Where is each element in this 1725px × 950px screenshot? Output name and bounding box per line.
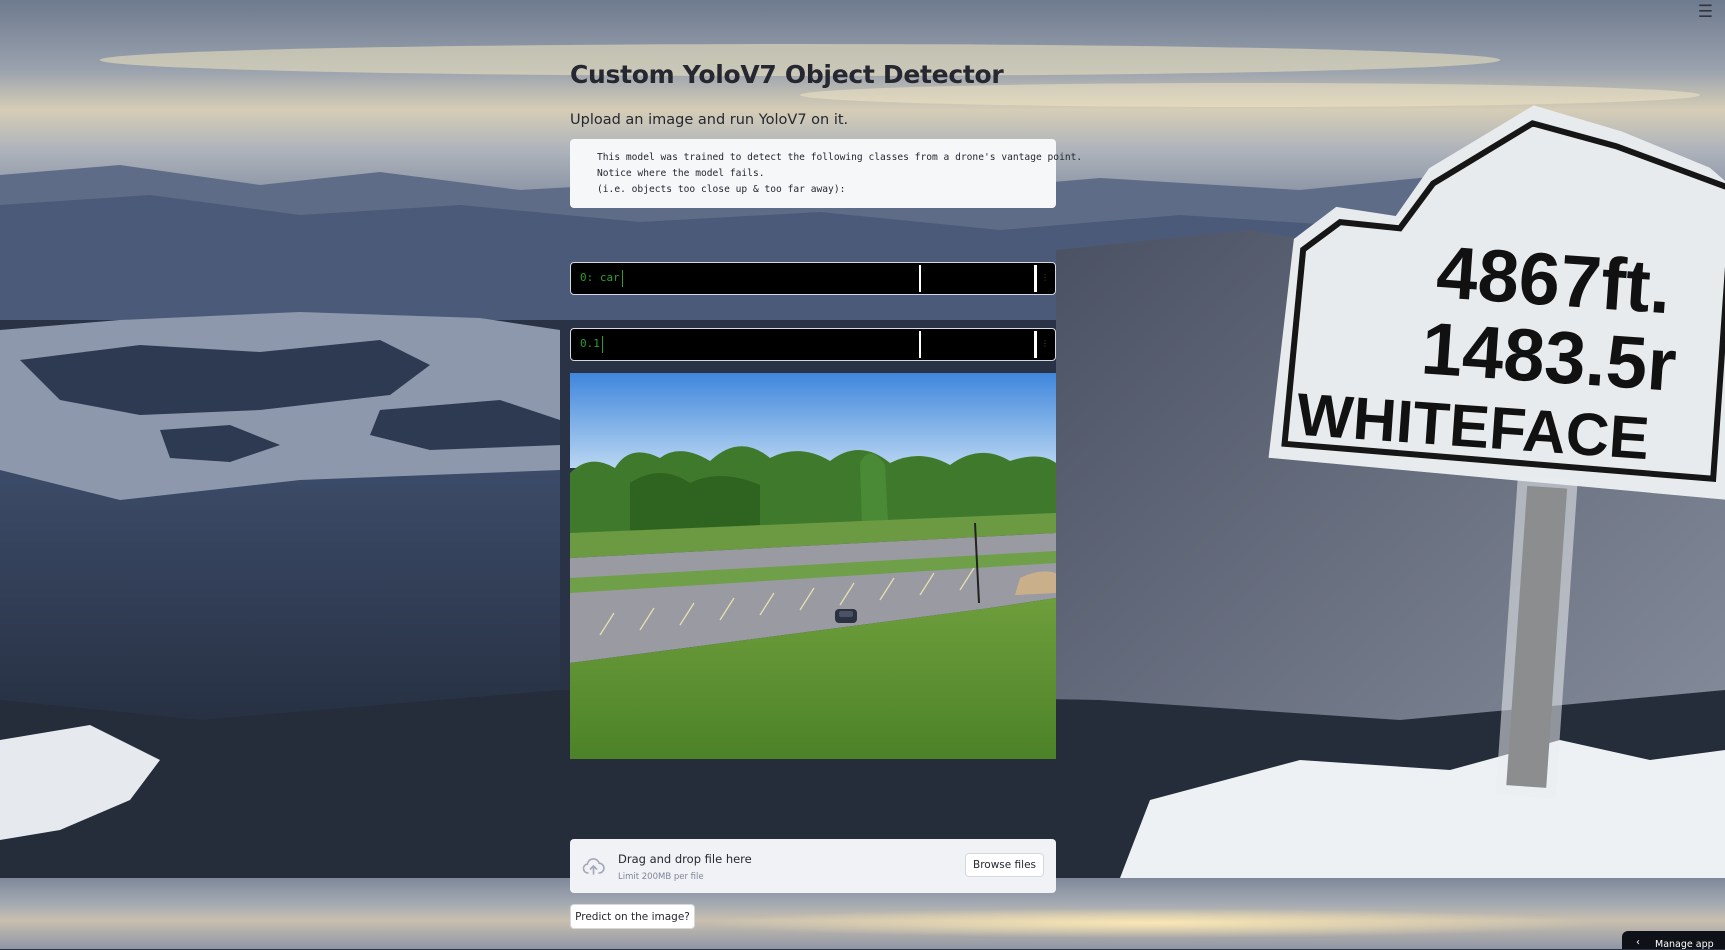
code-line: Notice where the model fails. (597, 168, 765, 180)
scrollbar-track[interactable] (1034, 331, 1037, 358)
resize-handle-icon[interactable]: ⋮ (1041, 339, 1049, 348)
code-line: (i.e. objects too close up & too far awa… (597, 184, 846, 196)
text-caret (602, 336, 603, 353)
cloud-upload-icon (582, 858, 605, 875)
preview-image (570, 373, 1056, 759)
chevron-left-icon: ‹ (1636, 937, 1640, 948)
resize-handle-icon[interactable]: ⋮ (1041, 273, 1049, 282)
file-uploader-dropzone[interactable]: Drag and drop file here Limit 200MB per … (570, 839, 1056, 893)
hamburger-menu-icon[interactable]: ☰ (1698, 2, 1713, 22)
dropzone-instructions: Drag and drop file here (618, 852, 752, 866)
code-line: This model was trained to detect the fol… (597, 152, 1083, 163)
confidence-text-area[interactable]: 0.1 ⋮ (570, 328, 1056, 361)
manage-app-label: Manage app (1655, 939, 1714, 950)
scrollbar-track[interactable] (1034, 265, 1037, 292)
browse-files-button[interactable]: Browse files (965, 853, 1044, 877)
page-title: Custom YoloV7 Object Detector (570, 60, 1004, 89)
file-size-limit: Limit 200MB per file (618, 872, 704, 882)
manage-app-button[interactable]: ‹ Manage app (1622, 931, 1725, 950)
confidence-text-value: 0.1 (580, 337, 600, 350)
page-subtitle: Upload an image and run YoloV7 on it. (570, 112, 849, 128)
class-text-value: 0: car (580, 271, 620, 284)
info-code-block: This model was trained to detect the fol… (570, 139, 1083, 208)
scrollbar-divider (919, 331, 921, 358)
text-caret (622, 270, 623, 287)
scrollbar-divider (919, 265, 921, 292)
predict-button[interactable]: Predict on the image? (570, 904, 695, 929)
class-text-area[interactable]: 0: car ⋮ (570, 262, 1056, 295)
